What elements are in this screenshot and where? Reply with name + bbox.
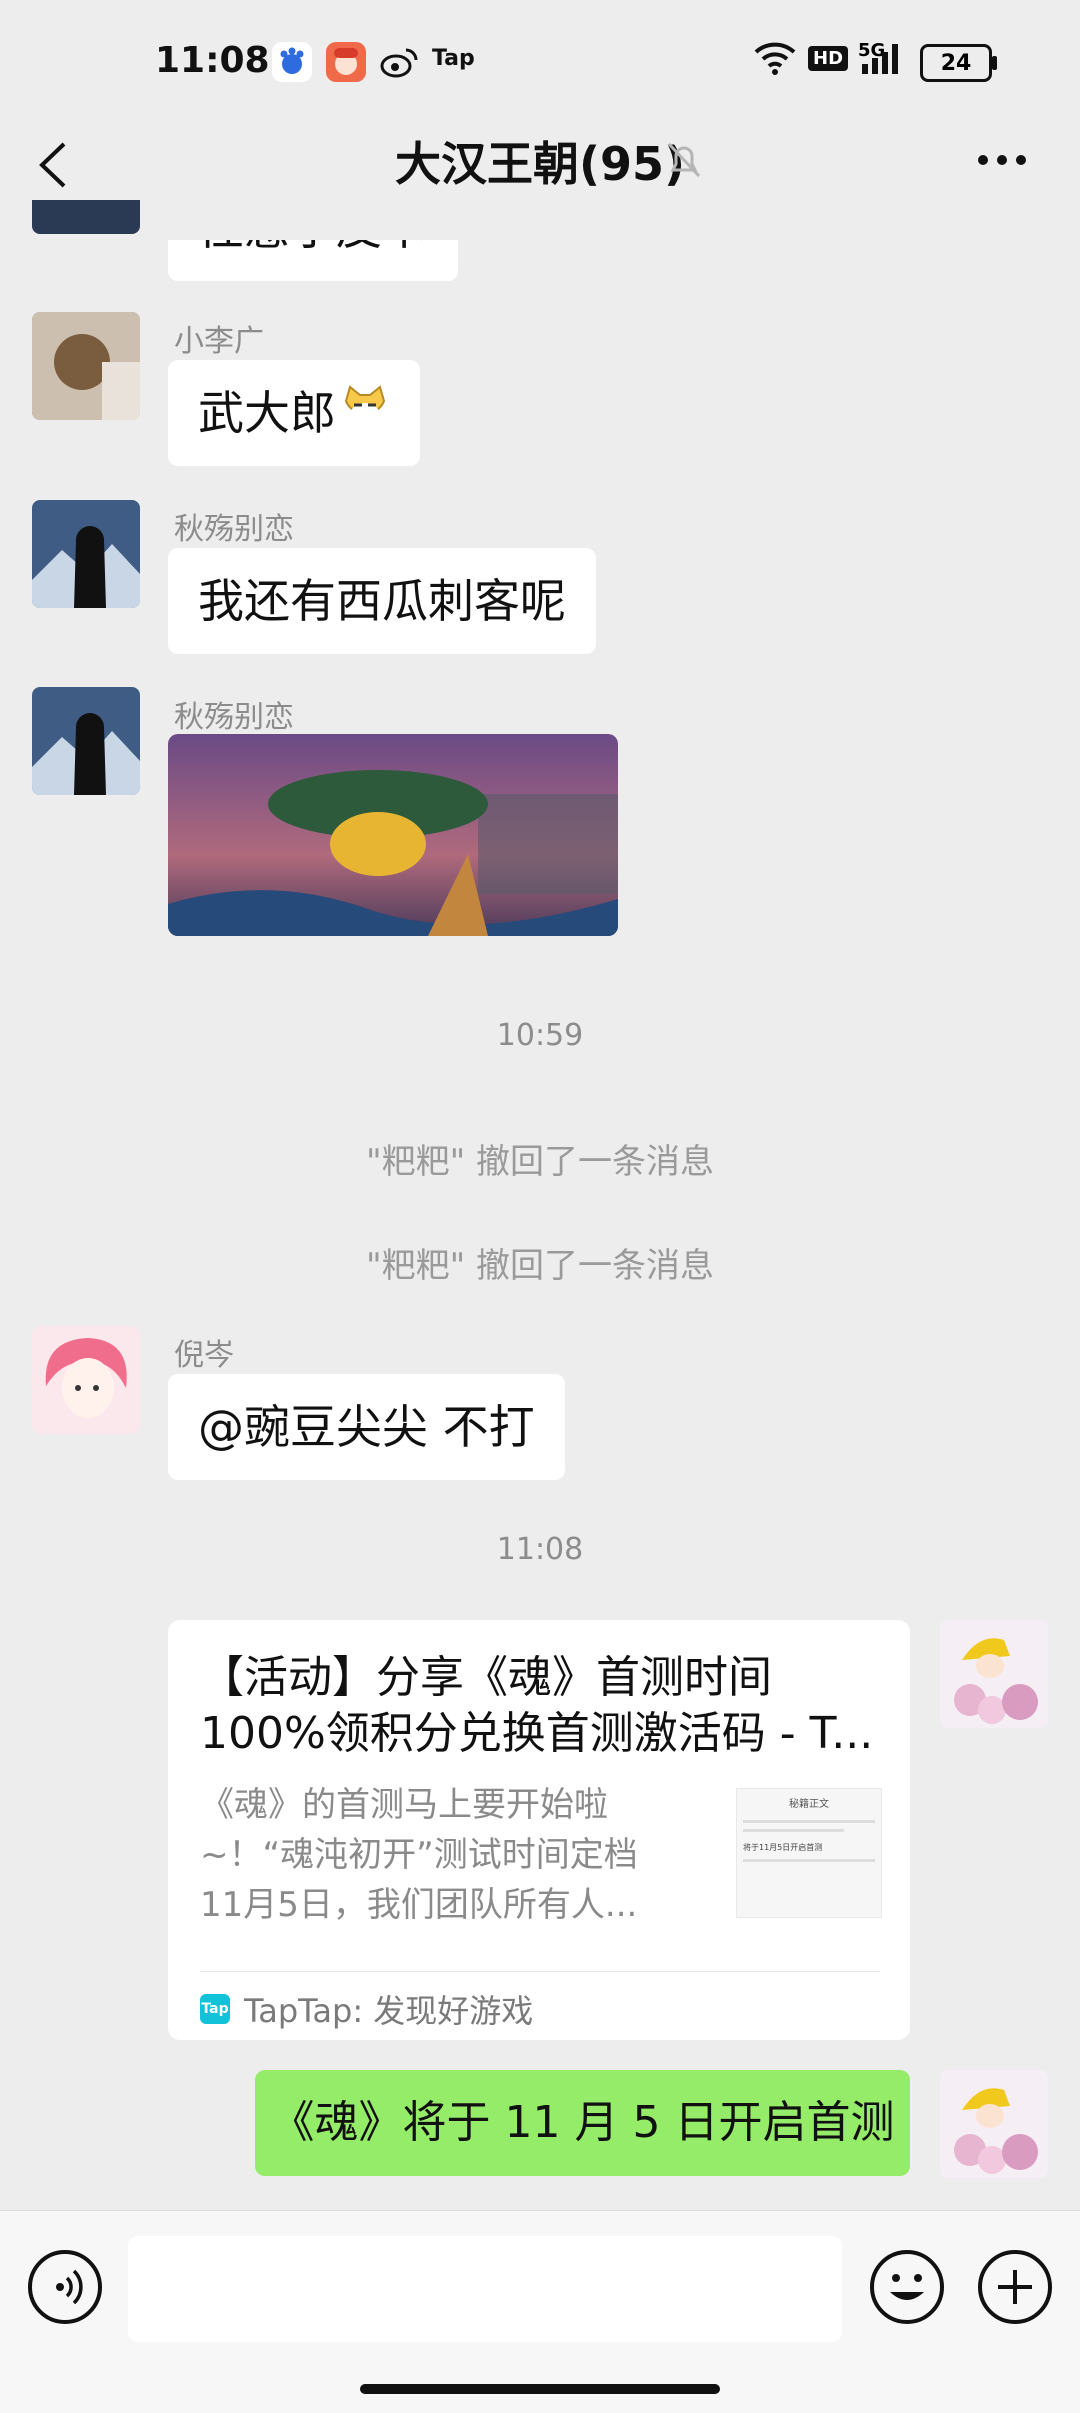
link-card[interactable]: 【活动】分享《魂》首测时间 100%领积分兑换首测激活码 - T... 《魂》的…: [168, 1620, 910, 2040]
recall-notice: "粑粑" 撤回了一条消息: [365, 1246, 715, 1286]
timestamp: 10:59: [496, 1018, 584, 1053]
avatar[interactable]: [32, 200, 140, 234]
mute-bell-icon: [665, 140, 703, 180]
own-message-bubble[interactable]: 《魂》将于 11 月 5 日开启首测: [255, 2070, 910, 2176]
avatar[interactable]: [32, 687, 140, 795]
sender-name: 倪岑: [174, 1338, 234, 1373]
status-time: 11:08: [155, 40, 270, 81]
wifi-icon: [752, 38, 798, 82]
emoji-icon[interactable]: [870, 2250, 944, 2324]
card-thumbnail: 秘籍正文 将于11月5日开启首测: [736, 1788, 882, 1918]
own-avatar[interactable]: [940, 2070, 1048, 2178]
timestamp: 11:08: [496, 1532, 584, 1567]
thumbnail-text: 将于11月5日开启首测: [743, 1843, 823, 1852]
card-source-text: TapTap: 发现好游戏: [244, 1992, 534, 2030]
sender-name: 秋殇别恋: [174, 700, 294, 735]
tap-icon: Tap: [432, 46, 475, 71]
voice-icon[interactable]: [28, 2250, 102, 2324]
card-divider: [200, 1971, 880, 1972]
sender-name: 小李广: [174, 324, 264, 359]
weibo-icon: [378, 42, 418, 82]
avatar-app-icon: [326, 42, 366, 82]
message-input[interactable]: [128, 2236, 842, 2342]
recall-notice: "粑粑" 撤回了一条消息: [365, 1142, 715, 1182]
card-title: 【活动】分享《魂》首测时间 100%领积分兑换首测激活码 - T...: [200, 1652, 874, 1759]
avatar[interactable]: [32, 312, 140, 420]
avatar[interactable]: [32, 500, 140, 608]
hd-badge: HD: [808, 46, 849, 71]
message-bubble[interactable]: 我还有西瓜刺客呢: [168, 548, 596, 654]
more-icon[interactable]: [975, 150, 1030, 170]
card-source: Tap TapTap: 发现好游戏: [200, 1986, 533, 2032]
signal-icon: [860, 38, 904, 82]
card-description: 《魂》的首测马上要开始啦 ~！“魂沌初开”测试时间定档 11月5日，我们团队所有…: [200, 1785, 638, 1925]
battery-indicator: 24: [920, 44, 997, 82]
baidu-icon: [272, 42, 312, 82]
cat-emoji-icon: [340, 360, 390, 466]
message-bubble[interactable]: 武大郎: [168, 360, 420, 466]
image-message[interactable]: [168, 734, 618, 936]
thumbnail-title: 秘籍正文: [789, 1799, 829, 1810]
chat-title: 大汉王朝(95): [394, 137, 686, 191]
sender-name: 秋殇别恋: [174, 512, 294, 547]
message-bubble[interactable]: @豌豆尖尖 不打: [168, 1374, 565, 1480]
plus-icon[interactable]: [978, 2250, 1052, 2324]
taptap-logo-icon: Tap: [200, 1994, 230, 2024]
avatar[interactable]: [32, 1326, 140, 1434]
own-avatar[interactable]: [940, 1620, 1048, 1728]
message-text: 武大郎: [198, 386, 336, 440]
home-indicator[interactable]: [360, 2384, 720, 2394]
